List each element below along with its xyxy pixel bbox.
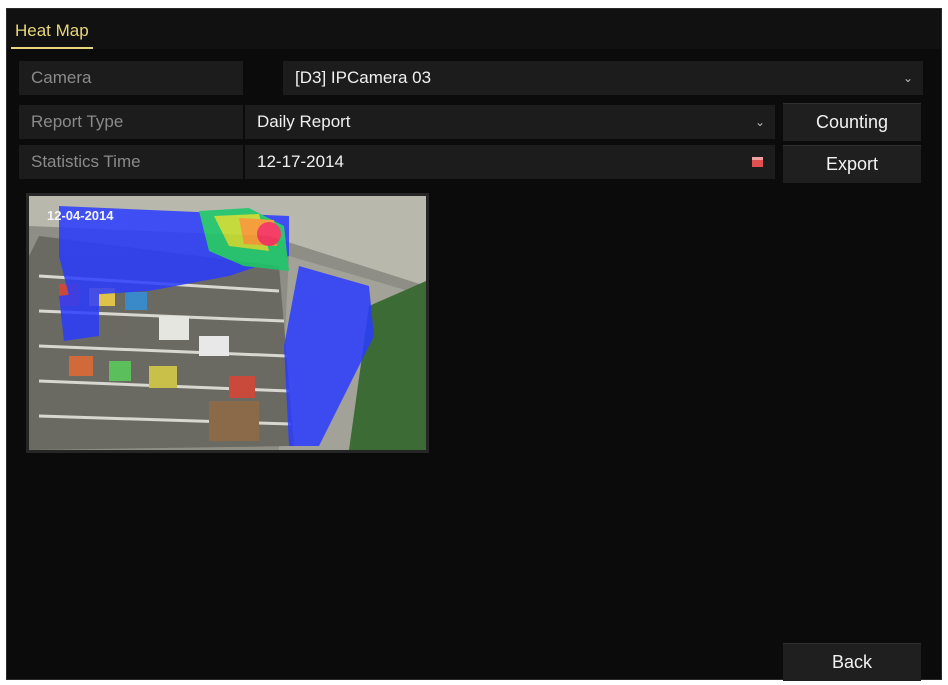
back-button[interactable]: Back (783, 643, 921, 681)
tab-bar: Heat Map (7, 9, 941, 49)
heat-map-image: 12-04-2014 (29, 196, 426, 450)
counting-button[interactable]: Counting (783, 103, 921, 141)
statistics-time-value: 12-17-2014 (257, 152, 344, 171)
statistics-time-field[interactable]: 12-17-2014 (245, 145, 775, 179)
report-type-select-value: Daily Report (257, 112, 351, 131)
camera-select[interactable]: [D3] IPCamera 03 ⌄ (283, 61, 923, 95)
camera-label: Camera (19, 61, 243, 95)
statistics-time-label: Statistics Time (19, 145, 243, 179)
camera-select-value: [D3] IPCamera 03 (295, 68, 432, 87)
chevron-down-icon: ⌄ (754, 115, 765, 129)
tab-heat-map[interactable]: Heat Map (11, 17, 93, 49)
heat-map-window: Heat Map Camera [D3] IPCamera 03 ⌄ Repor… (6, 8, 942, 681)
report-type-select[interactable]: Daily Report ⌄ (245, 105, 775, 139)
export-button[interactable]: Export (783, 145, 921, 183)
chevron-down-icon: ⌄ (902, 71, 913, 85)
report-type-label: Report Type (19, 105, 243, 139)
preview-timestamp: 12-04-2014 (47, 208, 114, 223)
heat-map-preview: 12-04-2014 (26, 193, 429, 453)
cardboard-box (209, 401, 259, 441)
calendar-icon[interactable] (752, 157, 763, 167)
